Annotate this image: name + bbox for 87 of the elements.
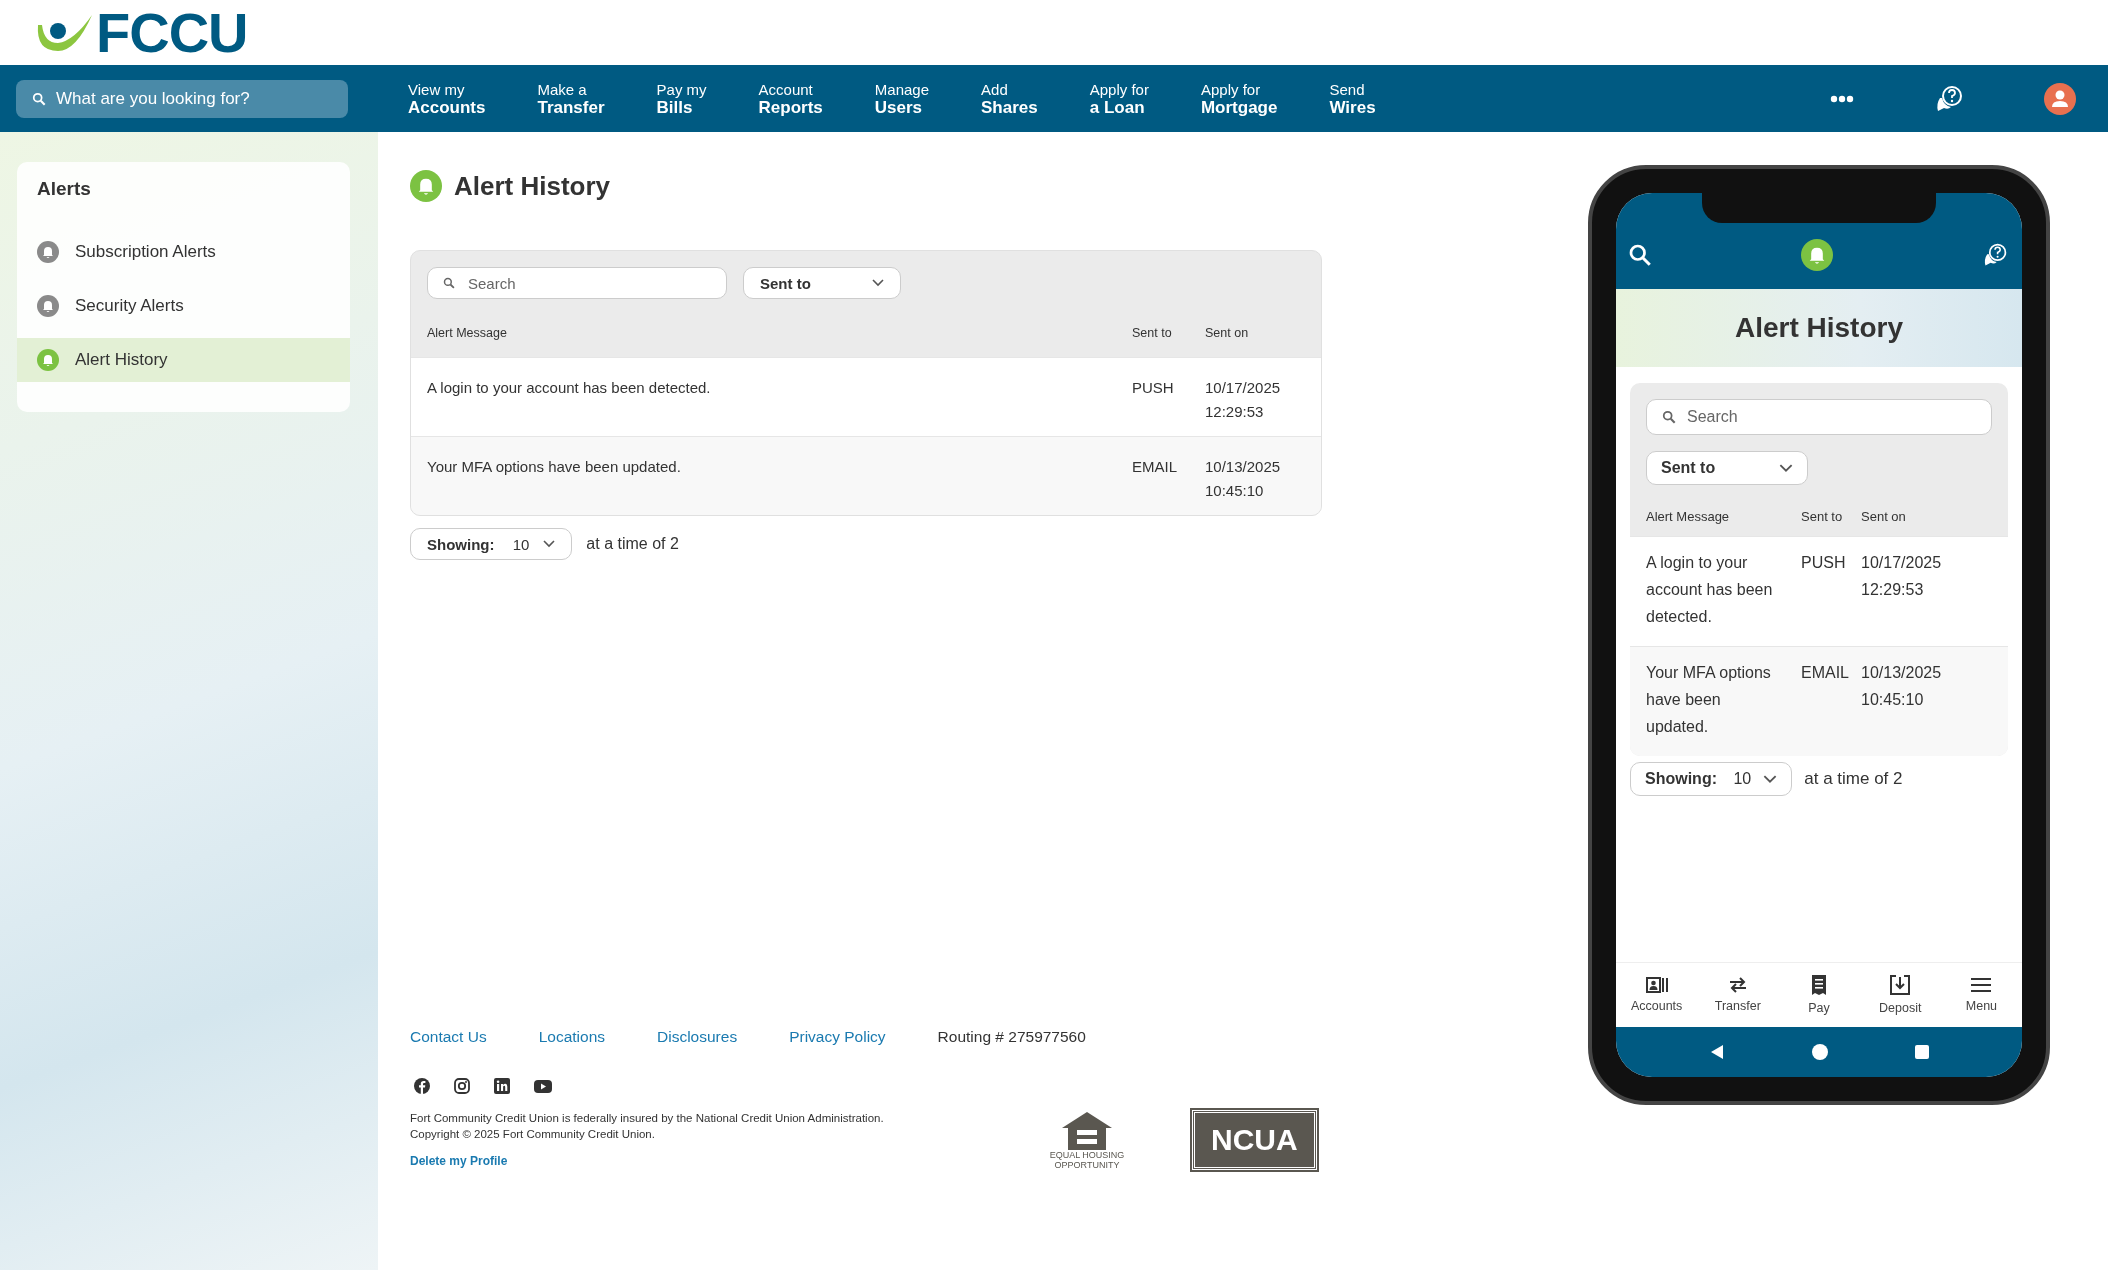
id-card-icon bbox=[1645, 977, 1668, 993]
tab-bar-item[interactable]: Pay bbox=[1778, 975, 1860, 1015]
search-field[interactable]: Search bbox=[1646, 399, 1992, 435]
delete-profile-link[interactable]: Delete my Profile bbox=[410, 1154, 508, 1168]
transfer-icon bbox=[1727, 977, 1748, 993]
sent-to-dropdown[interactable]: Sent to bbox=[743, 267, 901, 299]
footer-link[interactable]: Privacy Policy bbox=[789, 1028, 886, 1046]
sidebar-title: Alerts bbox=[36, 178, 92, 201]
sent-to-dropdown[interactable]: Sent to bbox=[1646, 451, 1808, 485]
chevron-icon bbox=[1779, 463, 1793, 473]
help-icon[interactable] bbox=[1982, 242, 2008, 268]
instagram-icon[interactable] bbox=[454, 1078, 470, 1094]
column-header: Sent on bbox=[1205, 325, 1250, 342]
chevron-icon bbox=[1763, 774, 1778, 784]
linkedin-icon[interactable] bbox=[494, 1078, 510, 1094]
table-cell-text: 10/13/2025 10:45:10 bbox=[1861, 663, 1943, 710]
deposit-icon bbox=[1890, 975, 1911, 995]
sidebar-item[interactable]: Security Alerts bbox=[17, 284, 350, 328]
nav-link[interactable]: Pay my Bills bbox=[656, 80, 707, 117]
pagination-text: at a time of 2 bbox=[1804, 769, 1903, 789]
search-field[interactable]: Search bbox=[427, 267, 727, 299]
footer-link[interactable]: Disclosures bbox=[657, 1028, 738, 1046]
more-icon[interactable] bbox=[1830, 94, 1854, 103]
nav-link[interactable]: Account Reports bbox=[758, 80, 823, 117]
bell-icon bbox=[37, 295, 59, 317]
page-size-dropdown[interactable]: Showing: 10 bbox=[1630, 762, 1793, 796]
nav-link[interactable]: Manage Users bbox=[874, 80, 930, 117]
home-icon[interactable] bbox=[1811, 1043, 1829, 1061]
disclaimer-text: Fort Community Credit Union is federally insured by the National Credit Union Administration. bbox=[410, 1111, 885, 1126]
search-icon[interactable] bbox=[1628, 243, 1652, 267]
column-header: Sent to bbox=[1132, 325, 1173, 342]
search-field[interactable]: What are you looking for? bbox=[16, 79, 348, 118]
housing-text: EQUAL HOUSING OPPORTUNITY bbox=[1048, 1150, 1126, 1170]
table-cell-text: 10/17/2025 12:29:53 bbox=[1205, 378, 1282, 422]
disclaimer-text: Copyright © 2025 Fort Community Credit Union. bbox=[410, 1127, 656, 1142]
tab-bar-item[interactable]: Menu bbox=[1940, 977, 2022, 1013]
search-icon bbox=[1662, 410, 1676, 424]
search-icon bbox=[32, 91, 46, 106]
page-title: Alert History bbox=[454, 170, 611, 202]
search-icon bbox=[443, 277, 455, 289]
sidebar-item[interactable]: Alert History bbox=[17, 338, 350, 382]
table-cell-text: PUSH bbox=[1801, 553, 1847, 573]
back-icon[interactable] bbox=[1709, 1044, 1725, 1060]
bell-icon bbox=[37, 241, 59, 263]
table-cell-text: 10/17/2025 12:29:53 bbox=[1861, 553, 1943, 600]
page-size-dropdown[interactable]: Showing: 10 bbox=[410, 528, 573, 560]
tab-bar-item[interactable]: Deposit bbox=[1859, 975, 1941, 1015]
column-header: Alert Message bbox=[427, 325, 508, 342]
nav-link[interactable]: Apply for a Loan bbox=[1089, 80, 1149, 117]
table-cell-text: 10/13/2025 10:45:10 bbox=[1205, 457, 1282, 501]
sidebar-item[interactable]: Subscription Alerts bbox=[17, 230, 350, 274]
facebook-icon[interactable] bbox=[414, 1078, 430, 1094]
pagination-text: at a time of 2 bbox=[586, 535, 679, 553]
table-cell-text: EMAIL bbox=[1132, 457, 1178, 477]
nav-link[interactable]: Apply for Mortgage bbox=[1200, 80, 1278, 117]
footer-link[interactable]: Locations bbox=[538, 1028, 606, 1046]
table-cell-text: EMAIL bbox=[1801, 663, 1850, 683]
column-header: Alert Message bbox=[1646, 508, 1731, 526]
table-cell-text: PUSH bbox=[1132, 378, 1175, 398]
bell-icon bbox=[37, 349, 59, 371]
tab-bar-item[interactable]: Transfer bbox=[1697, 977, 1779, 1013]
help-icon[interactable] bbox=[1934, 83, 1964, 114]
column-header: Sent on bbox=[1861, 508, 1907, 526]
ncua-badge: NCUA bbox=[1192, 1110, 1317, 1170]
table-cell-text: A login to your account has been detected. bbox=[1646, 553, 1774, 627]
chevron-icon bbox=[872, 279, 884, 287]
logo-text: FCCU bbox=[96, 4, 248, 61]
table-cell-text: Your MFA options have been updated. bbox=[427, 457, 682, 477]
table-cell-text: A login to your account has been detected. bbox=[427, 378, 712, 398]
footer-link[interactable]: Contact Us bbox=[410, 1028, 487, 1046]
receipt-icon bbox=[1811, 975, 1827, 995]
youtube-icon[interactable] bbox=[534, 1079, 552, 1093]
nav-link[interactable]: Make a Transfer bbox=[537, 80, 605, 117]
routing-number: Routing # 275977560 bbox=[937, 1028, 1086, 1046]
nav-link[interactable]: Send Wires bbox=[1329, 80, 1376, 117]
nav-link[interactable]: View my Accounts bbox=[408, 80, 486, 117]
bell-icon bbox=[410, 170, 442, 202]
bell-icon bbox=[1801, 239, 1833, 271]
page-title: Alert History bbox=[1734, 312, 1903, 344]
nav-link[interactable]: Add Shares bbox=[981, 80, 1038, 117]
house-icon bbox=[1060, 1110, 1114, 1150]
tab-bar-item[interactable]: Accounts bbox=[1616, 977, 1698, 1013]
avatar-icon[interactable] bbox=[2044, 82, 2076, 115]
column-header: Sent to bbox=[1801, 508, 1844, 526]
table-cell-text: Your MFA options have been updated. bbox=[1646, 663, 1772, 737]
chevron-icon bbox=[543, 540, 556, 548]
menu-icon bbox=[1971, 977, 1992, 993]
